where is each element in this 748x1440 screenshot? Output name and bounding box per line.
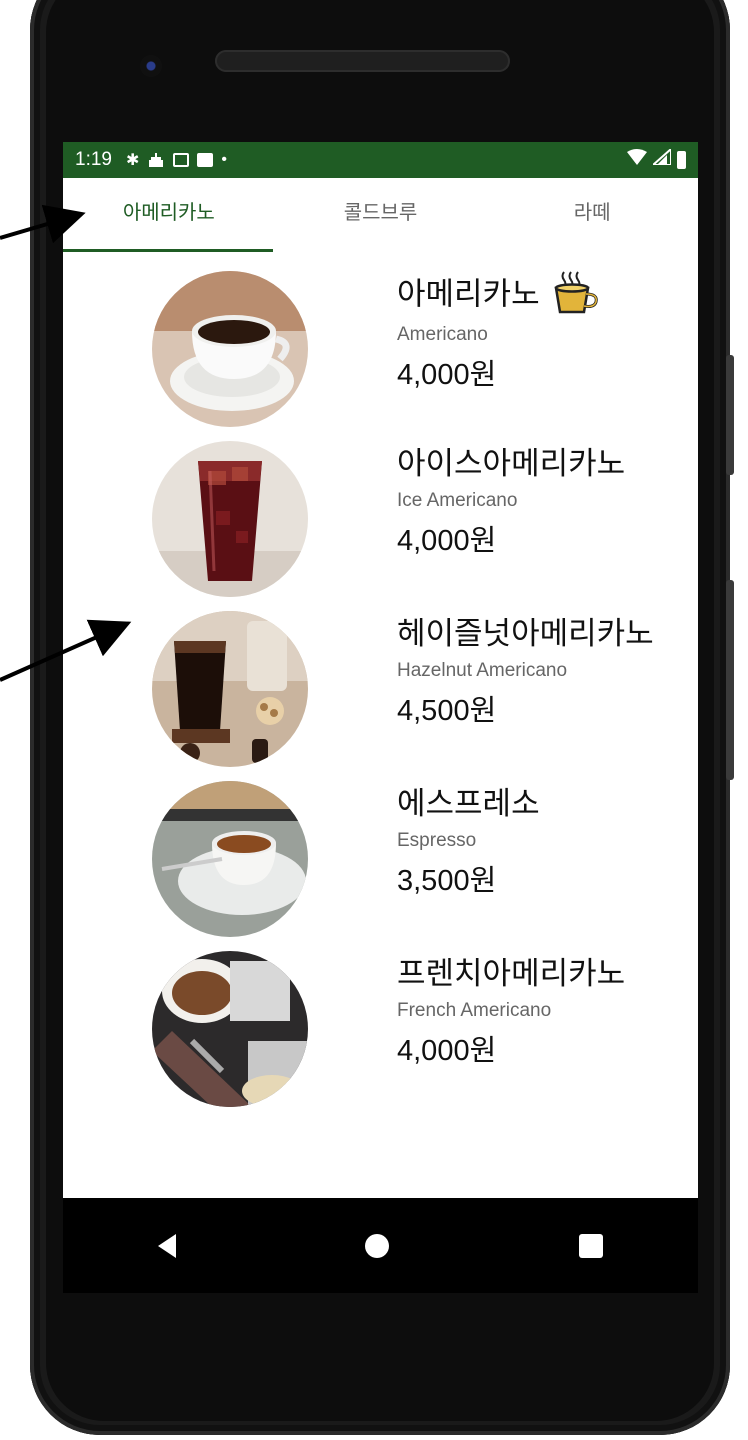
tab-cold-brew[interactable]: 콜드브루 [275,178,487,252]
tab-americano[interactable]: 아메리카노 [63,178,275,252]
settings-icon: ✱ [125,152,140,169]
home-icon[interactable] [365,1233,390,1258]
list-item[interactable]: 헤이즐넛아메리카노 Hazelnut Americano 4,500원 [63,592,698,767]
menu-item-name: 에스프레소 [397,786,540,822]
volume-button [726,355,734,475]
hot-coffee-cup-icon [552,270,600,314]
gmail-icon [173,153,190,167]
menu-item-price: 4,000원 [397,359,497,391]
dot-icon: • [221,151,227,168]
status-time: 1:19 [75,149,112,170]
menu-item-english: French Americano [397,1000,552,1021]
battery-icon [677,151,686,169]
navigation-bar [63,1198,698,1293]
tab-latte[interactable]: 라떼 [486,178,698,252]
power-button [726,580,734,780]
category-tabs: 아메리카노 콜드브루 라떼 [63,178,698,252]
wifi-icon [627,149,647,171]
ice-americano-photo [152,441,308,597]
hazelnut-americano-photo [152,611,308,767]
app-icon [197,153,214,167]
app-screen: 1:19 ✱ • 아메리카노 콜드브루 라떼 아메리카노 Americano 4… [63,142,698,1198]
list-item[interactable]: 프렌치아메리카노 French Americano 4,000원 [63,932,698,1107]
menu-item-name: 프렌치아메리카노 [397,956,626,992]
signal-icon [650,146,672,171]
cake-icon [147,151,165,169]
back-icon[interactable] [157,1233,176,1258]
list-item[interactable]: 아메리카노 Americano 4,000원 [63,252,698,427]
list-item[interactable]: 아이스아메리카노 Ice Americano 4,000원 [63,422,698,597]
menu-item-price: 4,000원 [397,1035,497,1067]
menu-item-english: Hazelnut Americano [397,660,568,681]
status-bar: 1:19 ✱ • [63,142,698,178]
earpiece-speaker [215,50,510,72]
menu-item-english: Espresso [397,830,477,851]
menu-item-english: Ice Americano [397,490,518,511]
menu-item-price: 4,000원 [397,525,497,557]
recents-icon[interactable] [579,1233,604,1258]
menu-item-name: 아이스아메리카노 [397,446,626,482]
menu-item-price: 4,500원 [397,695,497,727]
espresso-photo [152,781,308,937]
menu-list: 아메리카노 Americano 4,000원 아이스아메리카노 Ice Amer… [63,252,698,1107]
americano-photo [152,271,308,427]
menu-item-name: 아메리카노 [397,276,540,313]
menu-item-english: Americano [397,324,488,345]
menu-item-name: 헤이즐넛아메리카노 [397,616,654,652]
french-americano-photo [152,951,308,1107]
list-item[interactable]: 에스프레소 Espresso 3,500원 [63,762,698,937]
menu-item-price: 3,500원 [397,865,497,897]
front-camera [140,55,162,77]
